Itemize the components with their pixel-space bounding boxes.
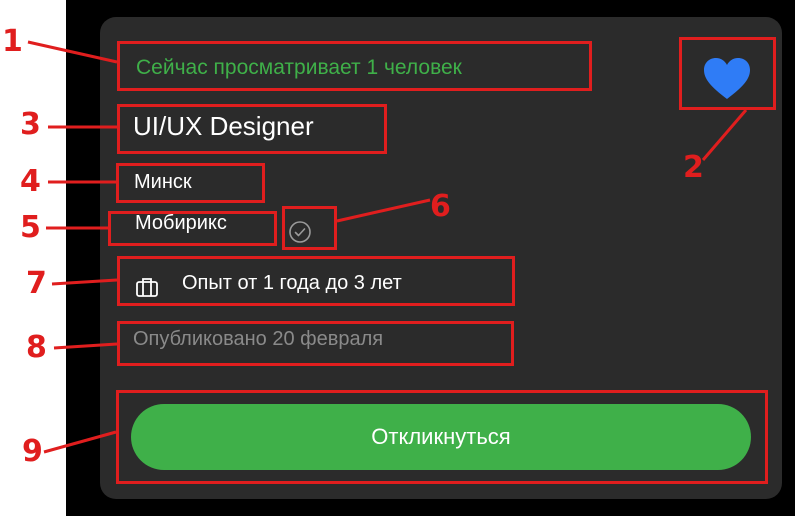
annotation-label-6: 6 [430,189,451,224]
annotation-label-5: 5 [20,210,41,245]
annotation-label-4: 4 [20,164,41,199]
annotation-label-1: 1 [2,24,23,59]
annotation-label-9: 9 [22,434,43,469]
annotation-label-7: 7 [26,266,47,301]
annotation-label-8: 8 [26,330,47,365]
annotation-label-3: 3 [20,107,41,142]
annotation-arrows [27,40,748,454]
annotation-label-2: 2 [683,150,704,185]
